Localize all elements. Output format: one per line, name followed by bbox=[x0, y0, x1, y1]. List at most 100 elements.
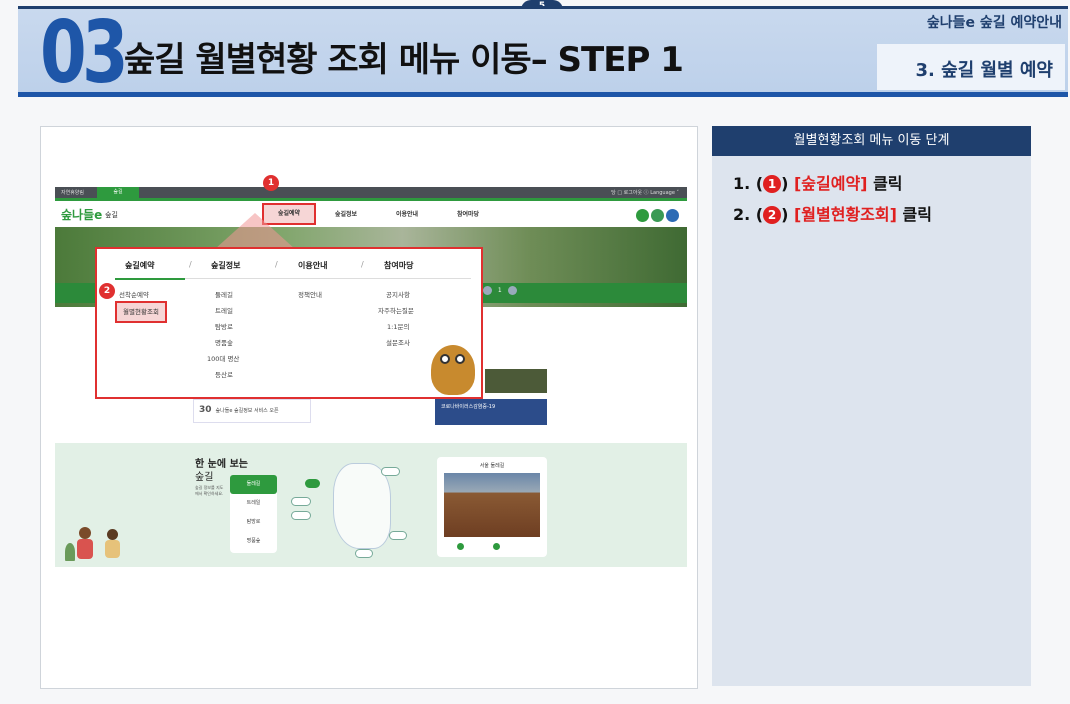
mega-tab-active-underline bbox=[115, 278, 185, 280]
step-1-badge: 1 bbox=[763, 175, 782, 193]
map-section: 한 눈에 보는 숲길 숲길 정보를 지도에서 확인하세요. 둘레길 트레일 탐방… bbox=[55, 443, 687, 567]
menu-item-first-come-reservation[interactable]: 선착순예약 bbox=[119, 289, 149, 299]
map-card-photo bbox=[444, 473, 540, 537]
menu-item-monthly-status[interactable]: 월별현황조회 bbox=[115, 301, 167, 323]
slide: 5 03 숲길 월별현황 조회 메뉴 이동– STEP 1 숲나들e 숲길 예약… bbox=[0, 0, 1070, 704]
hero-pager[interactable]: 1 bbox=[483, 286, 517, 295]
menu-item-notices[interactable]: 공지사항 bbox=[386, 289, 410, 299]
map-category-dulle-gil[interactable]: 둘레길 bbox=[230, 475, 277, 494]
step-2-prefix: 2. ( bbox=[733, 205, 764, 224]
menu-icon[interactable] bbox=[666, 209, 679, 222]
site-logo[interactable]: 숲나들e bbox=[61, 206, 102, 223]
notice-day: 30 bbox=[199, 405, 212, 415]
mascot-eye bbox=[455, 354, 465, 364]
pager-next-icon[interactable] bbox=[507, 286, 517, 295]
map-pin-label[interactable] bbox=[381, 467, 400, 476]
step-2-target: [월별현황조회] bbox=[793, 205, 897, 224]
menu-item-dulle-gil[interactable]: 둘레길 bbox=[215, 289, 233, 299]
mega-tab-divider bbox=[185, 278, 471, 279]
nav-item-usage-guide[interactable]: 이용안내 bbox=[396, 209, 418, 218]
korea-map[interactable] bbox=[333, 463, 391, 549]
search-icon[interactable] bbox=[636, 209, 649, 222]
covid-banner[interactable]: 코로나바이러스감염증-19 bbox=[435, 399, 547, 425]
map-card-title: 서울 둘레길 bbox=[479, 463, 505, 469]
instruction-panel: 월별현황조회 메뉴 이동 단계 1. (1) [숲길예약] 클릭 2. (2) … bbox=[712, 126, 1031, 686]
step-badge-1: 1 bbox=[263, 175, 279, 191]
step-2-close: ) bbox=[781, 205, 794, 224]
menu-connector bbox=[215, 213, 295, 249]
person-head bbox=[107, 529, 118, 540]
mega-menu-dropdown: 숲길예약 / 숲길정보 / 이용안내 / 참여마당 선착순예약 월별현황조회 둘… bbox=[95, 247, 483, 399]
map-pin-label[interactable] bbox=[291, 497, 312, 506]
screenshot-frame: 자연휴양림 숲길 당 □ 로그아웃 ⓛ Language ˅ 숲나들e 숲길 숲… bbox=[40, 126, 698, 689]
menu-item-trail[interactable]: 트레일 bbox=[215, 305, 233, 315]
mega-tab-separator: / bbox=[275, 260, 278, 269]
person-body bbox=[77, 539, 93, 559]
site-logo-sub: 숲길 bbox=[105, 211, 118, 219]
menu-item-hiking-trail[interactable]: 등산로 bbox=[215, 369, 233, 379]
map-pin-label[interactable] bbox=[389, 531, 407, 540]
menu-item-policy-guide[interactable]: 정책안내 bbox=[298, 289, 322, 299]
menu-item-survey[interactable]: 설문조사 bbox=[386, 337, 410, 347]
mega-tab-separator: / bbox=[189, 260, 192, 269]
pager-prev-icon[interactable] bbox=[483, 286, 492, 295]
step-2-suffix: 클릭 bbox=[896, 205, 932, 224]
mega-tab-separator: / bbox=[361, 260, 364, 269]
map-category-premium-forest[interactable]: 명품숲 bbox=[230, 532, 277, 551]
website-mockup: 자연휴양림 숲길 당 □ 로그아웃 ⓛ Language ˅ 숲나들e 숲길 숲… bbox=[55, 175, 687, 567]
breadcrumb-sub: 3. 숲길 월별 예약 bbox=[915, 60, 1053, 81]
panel-heading: 월별현황조회 메뉴 이동 단계 bbox=[712, 126, 1031, 156]
map-title-line2: 숲길 bbox=[195, 472, 214, 483]
pager-current: 1 bbox=[497, 287, 502, 294]
notice-text: 숲나들e 숲길정보 서비스 오픈 bbox=[215, 408, 279, 414]
menu-item-premium-forest[interactable]: 명품숲 bbox=[215, 337, 233, 347]
map-pin-label[interactable] bbox=[291, 511, 312, 520]
menu-item-one-to-one[interactable]: 1:1문의 bbox=[387, 321, 409, 331]
person-head bbox=[79, 527, 91, 539]
map-icon[interactable] bbox=[493, 543, 501, 550]
page-title: 숲길 월별현황 조회 메뉴 이동– STEP 1 bbox=[124, 40, 684, 80]
notice-card[interactable]: 30 숲나들e 숲길정보 서비스 오픈 bbox=[193, 399, 311, 423]
step-1-prefix: 1. ( bbox=[733, 174, 764, 193]
header-underline bbox=[18, 92, 1068, 97]
mascot-eye bbox=[440, 354, 450, 364]
map-pin-label[interactable] bbox=[355, 549, 373, 558]
gallery-thumbnail[interactable] bbox=[485, 369, 547, 393]
topbar-right-links[interactable]: 당 □ 로그아웃 ⓛ Language ˅ bbox=[611, 189, 679, 196]
map-card-actions bbox=[457, 543, 501, 550]
step-1-target: [숲길예약] bbox=[793, 174, 868, 193]
topbar-green-tab[interactable]: 숲길 bbox=[97, 187, 139, 198]
nav-item-trail-info[interactable]: 숲길정보 bbox=[335, 209, 357, 218]
map-pin-label[interactable] bbox=[305, 479, 321, 488]
menu-item-100-mountains[interactable]: 100대 명산 bbox=[207, 353, 239, 363]
map-info-card[interactable]: 서울 둘레길 bbox=[437, 457, 547, 557]
mascot-illustration bbox=[431, 345, 475, 395]
map-category-trail[interactable]: 트레일 bbox=[230, 494, 277, 513]
site-nav: 숲나들e 숲길 숲길예약 숲길정보 이용안내 참여마당 bbox=[55, 201, 687, 227]
menu-item-faq[interactable]: 자주하는질문 bbox=[378, 305, 414, 315]
nav-icon-group bbox=[634, 207, 679, 226]
topbar-left-label[interactable]: 자연휴양림 bbox=[61, 189, 84, 196]
map-category-menu: 둘레길 트레일 탐방로 명품숲 bbox=[230, 475, 277, 553]
step-2-badge: 2 bbox=[763, 206, 782, 224]
share-icon[interactable] bbox=[457, 543, 464, 550]
map-category-tambang-ro[interactable]: 탐방로 bbox=[230, 513, 277, 532]
plant-decoration bbox=[65, 543, 75, 561]
step-1: 1. (1) [숲길예약] 클릭 bbox=[733, 170, 903, 194]
mega-tab-trail-info[interactable]: 숲길정보 bbox=[211, 260, 240, 271]
step-2: 2. (2) [월별현황조회] 클릭 bbox=[733, 201, 932, 225]
user-icon[interactable] bbox=[651, 209, 664, 222]
menu-item-tambang-ro[interactable]: 탐방로 bbox=[215, 321, 233, 331]
mega-tab-usage-guide[interactable]: 이용안내 bbox=[298, 260, 327, 271]
breadcrumb-sub-box: 3. 숲길 월별 예약 bbox=[877, 44, 1065, 90]
breadcrumb-top: 숲나들e 숲길 예약안내 bbox=[926, 15, 1062, 31]
map-description: 숲길 정보를 지도에서 확인하세요. bbox=[195, 485, 224, 496]
person-body bbox=[105, 540, 120, 558]
step-1-suffix: 클릭 bbox=[867, 174, 903, 193]
people-illustration bbox=[65, 523, 135, 563]
mega-tab-reservation[interactable]: 숲길예약 bbox=[125, 260, 154, 271]
section-number: 03 bbox=[40, 3, 129, 103]
step-1-close: ) bbox=[781, 174, 794, 193]
mega-tab-participation[interactable]: 참여마당 bbox=[384, 260, 413, 271]
nav-item-participation[interactable]: 참여마당 bbox=[457, 209, 479, 218]
